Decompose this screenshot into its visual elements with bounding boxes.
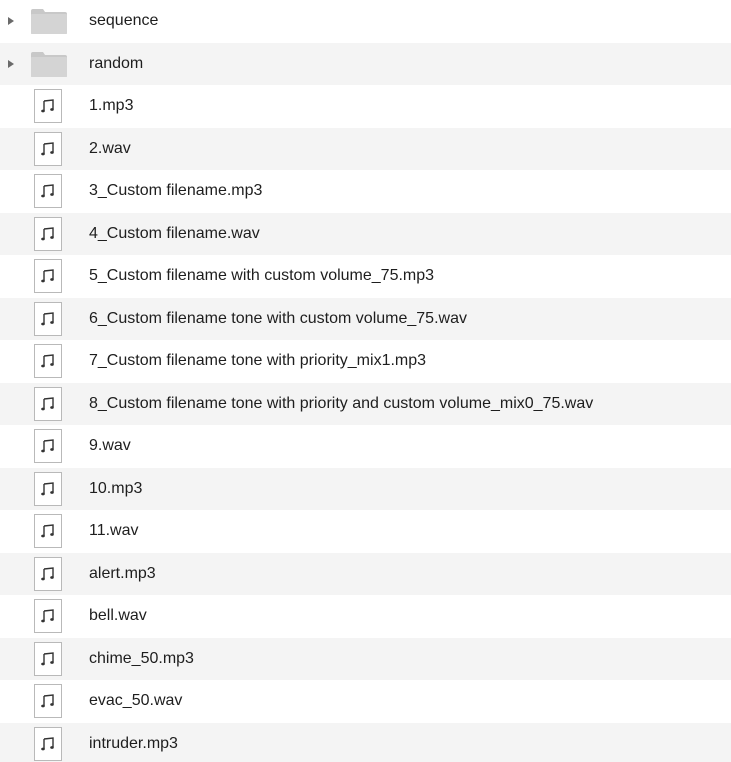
file-row[interactable]: 10.mp3 (0, 467, 731, 510)
file-name-label: random (89, 54, 144, 72)
music-note-icon (34, 386, 62, 421)
file-name-label: 10.mp3 (89, 479, 143, 497)
music-note-icon (34, 514, 62, 549)
file-row[interactable]: alert.mp3 (0, 552, 731, 595)
file-name-label: chime_50.mp3 (89, 649, 194, 667)
file-row[interactable]: 5_Custom filename with custom volume_75.… (0, 255, 731, 298)
music-note-icon (34, 429, 62, 464)
music-note-icon (34, 216, 62, 251)
file-row[interactable]: 11.wav (0, 510, 731, 553)
file-name-label: intruder.mp3 (89, 734, 178, 752)
music-note-icon (34, 174, 62, 209)
file-row[interactable]: chime_50.mp3 (0, 637, 731, 680)
file-row[interactable]: bell.wav (0, 595, 731, 638)
file-list: sequence random 1.mp3 2.wav 3_Custom fil… (0, 0, 731, 762)
disclosure-triangle-icon[interactable] (8, 59, 14, 68)
file-name-label: 1.mp3 (89, 97, 134, 114)
file-name-label: sequence (89, 12, 159, 29)
file-name-label: 5_Custom filename with custom volume_75.… (89, 267, 435, 284)
music-note-icon (34, 641, 62, 676)
file-name-label: bell.wav (89, 607, 147, 624)
file-row[interactable]: 8_Custom filename tone with priority and… (0, 382, 731, 425)
file-name-label: 4_Custom filename.wav (89, 224, 260, 242)
folder-row-random[interactable]: random (0, 42, 731, 85)
file-name-label: evac_50.wav (89, 692, 183, 709)
folder-row-sequence[interactable]: sequence (0, 0, 731, 43)
file-name-label: 7_Custom filename tone with priority_mix… (89, 352, 427, 369)
file-row[interactable]: 7_Custom filename tone with priority_mix… (0, 340, 731, 383)
music-note-icon (34, 556, 62, 591)
file-name-label: alert.mp3 (89, 564, 156, 582)
file-row[interactable]: 9.wav (0, 425, 731, 468)
file-name-label: 6_Custom filename tone with custom volum… (89, 309, 467, 327)
music-note-icon (34, 471, 62, 506)
file-row[interactable]: 1.mp3 (0, 85, 731, 128)
music-note-icon (34, 89, 62, 124)
file-name-label: 2.wav (89, 139, 131, 157)
music-note-icon (34, 684, 62, 719)
file-row[interactable]: 6_Custom filename tone with custom volum… (0, 297, 731, 340)
music-note-icon (34, 599, 62, 634)
file-row[interactable]: 2.wav (0, 127, 731, 170)
file-row[interactable]: intruder.mp3 (0, 722, 731, 762)
folder-icon (30, 50, 68, 78)
music-note-icon (34, 131, 62, 166)
music-note-icon (34, 301, 62, 336)
folder-icon (30, 7, 68, 35)
music-note-icon (34, 726, 62, 761)
music-note-icon (34, 344, 62, 379)
file-row[interactable]: evac_50.wav (0, 680, 731, 723)
file-name-label: 9.wav (89, 437, 131, 454)
file-row[interactable]: 4_Custom filename.wav (0, 212, 731, 255)
file-name-label: 11.wav (89, 522, 139, 539)
disclosure-triangle-icon[interactable] (8, 17, 14, 26)
file-name-label: 8_Custom filename tone with priority and… (89, 394, 594, 412)
file-row[interactable]: 3_Custom filename.mp3 (0, 170, 731, 213)
music-note-icon (34, 259, 62, 294)
file-name-label: 3_Custom filename.mp3 (89, 182, 263, 199)
